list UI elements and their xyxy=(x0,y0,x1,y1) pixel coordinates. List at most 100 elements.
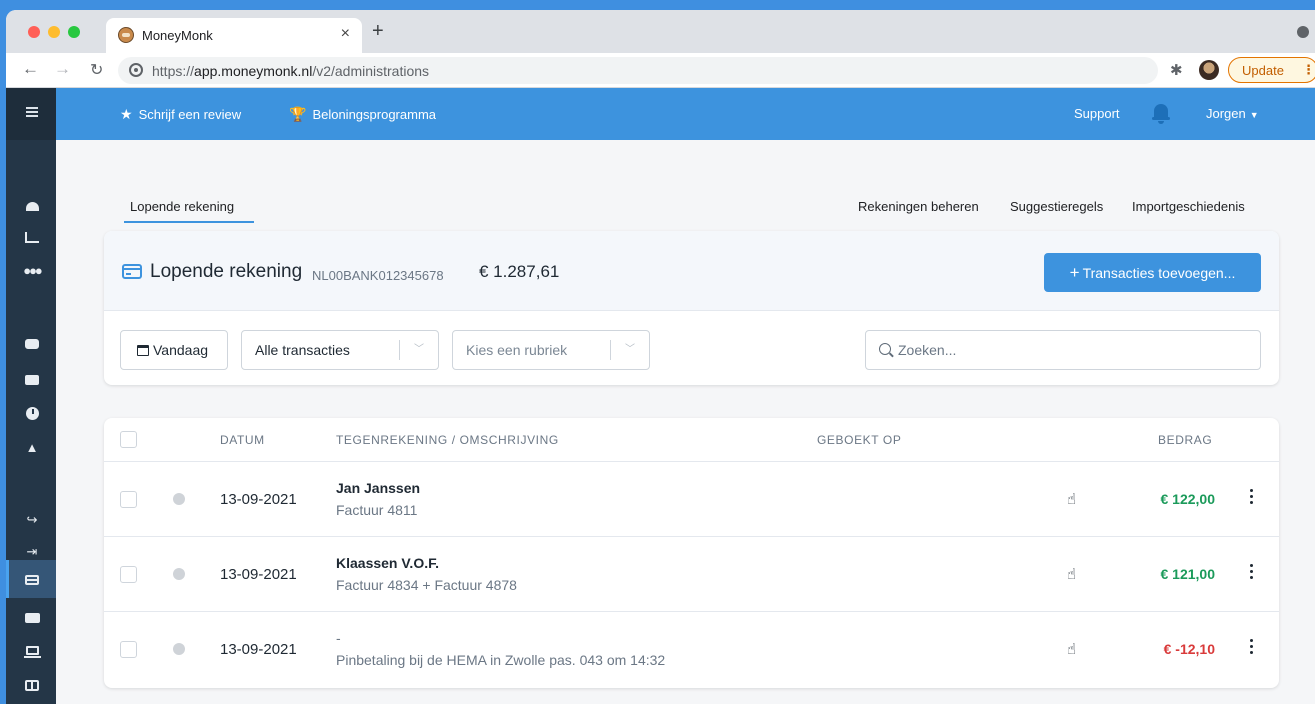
notifications-bell-icon[interactable] xyxy=(1152,104,1170,124)
chrome-menu-icon[interactable]: ⋮ xyxy=(1302,62,1315,78)
status-dot-icon xyxy=(173,493,185,505)
row-counterparty: Jan Janssen xyxy=(336,480,421,496)
caret-down-icon: ▼ xyxy=(1249,110,1259,120)
calendar-icon xyxy=(137,345,149,356)
add-transactions-button[interactable]: + Transacties toevoegen... xyxy=(1044,253,1261,292)
row-description: Factuur 4834 + Factuur 4878 xyxy=(336,577,517,593)
sign-out-icon[interactable]: ↪ xyxy=(21,512,43,528)
dashboard-gauge-icon[interactable] xyxy=(21,198,43,214)
hand-pointer-icon[interactable]: ☝ xyxy=(1067,565,1076,583)
update-button[interactable]: Update ⋮ xyxy=(1228,57,1315,83)
row-menu-icon[interactable] xyxy=(1250,564,1254,582)
row-amount: € 121,00 xyxy=(1160,566,1216,582)
rubric-select[interactable]: Kies een rubriek ﹀ xyxy=(452,330,650,370)
row-menu-icon[interactable] xyxy=(1250,639,1254,657)
extensions-puzzle-icon[interactable]: ✱ xyxy=(1170,61,1183,79)
select-divider xyxy=(399,340,400,360)
column-header-amount[interactable]: BEDRAG xyxy=(1158,433,1212,447)
inbox-icon[interactable] xyxy=(21,336,43,352)
row-checkbox[interactable] xyxy=(120,566,137,583)
table-row[interactable]: 13-09-2021 Klaassen V.O.F. Factuur 4834 … xyxy=(104,537,1279,612)
search-box[interactable] xyxy=(865,330,1261,370)
road-icon[interactable]: ▲ xyxy=(21,440,43,456)
browser-window: MoneyMonk × + ← → ↻ https://app.moneymon… xyxy=(6,10,1315,704)
sign-in-icon[interactable]: ⇥ xyxy=(21,544,43,560)
transaction-type-select[interactable]: Alle transacties ﹀ xyxy=(241,330,439,370)
reload-icon[interactable]: ↻ xyxy=(90,60,103,80)
bill-icon[interactable] xyxy=(21,610,43,626)
tab-manage-accounts[interactable]: Rekeningen beheren xyxy=(858,199,979,214)
status-dot-icon xyxy=(173,568,185,580)
user-name: Jorgen xyxy=(1206,106,1246,121)
row-checkbox[interactable] xyxy=(120,641,137,658)
update-label: Update xyxy=(1242,63,1284,78)
clock-icon[interactable] xyxy=(21,406,43,422)
hand-pointer-icon[interactable]: ☝ xyxy=(1067,640,1076,658)
column-header-date[interactable]: DATUM xyxy=(220,433,265,447)
select-all-checkbox[interactable] xyxy=(120,431,137,448)
tab-suggestion-rules[interactable]: Suggestieregels xyxy=(1010,199,1103,214)
credit-card-icon xyxy=(122,264,142,279)
rewards-label: Beloningsprogramma xyxy=(312,107,437,122)
url-text[interactable]: https://app.moneymonk.nl/v2/administrati… xyxy=(152,63,429,79)
star-icon: ★ xyxy=(120,106,133,122)
row-amount: € -12,10 xyxy=(1163,641,1215,657)
row-date: 13-09-2021 xyxy=(220,491,297,508)
account-balance: € 1.287,61 xyxy=(479,262,560,281)
tab-close-icon[interactable]: × xyxy=(341,25,350,43)
users-icon[interactable]: ●●● xyxy=(21,263,43,279)
sidebar-header xyxy=(6,88,56,140)
site-info-icon[interactable] xyxy=(129,63,143,77)
credit-card-icon[interactable] xyxy=(21,572,43,588)
browser-tab[interactable]: MoneyMonk × xyxy=(106,18,362,53)
account-iban: NL00BANK012345678 xyxy=(312,268,444,283)
chevron-down-icon[interactable]: ﹀ xyxy=(414,331,424,369)
write-review-link[interactable]: ★ Schrijf een review xyxy=(120,88,241,140)
address-bar[interactable]: https://app.moneymonk.nl/v2/administrati… xyxy=(118,57,1158,84)
plus-icon: + xyxy=(1069,263,1080,282)
row-description: Pinbetaling bij de HEMA in Zwolle pas. 0… xyxy=(336,652,666,668)
profile-avatar[interactable] xyxy=(1199,60,1219,80)
status-dot-icon xyxy=(173,643,185,655)
columns-icon[interactable] xyxy=(21,678,43,694)
account-header: Lopende rekening NL00BANK012345678 € 1.2… xyxy=(104,231,1279,311)
hand-pointer-icon[interactable]: ☝ xyxy=(1067,490,1076,508)
tab-title: MoneyMonk xyxy=(142,28,213,43)
back-arrow-icon[interactable]: ← xyxy=(22,59,39,79)
row-checkbox[interactable] xyxy=(120,491,137,508)
minimize-window-button[interactable] xyxy=(48,26,60,38)
today-button[interactable]: Vandaag xyxy=(120,330,228,370)
table-header: DATUM TEGENREKENING / OMSCHRIJVING GEBOE… xyxy=(104,418,1279,462)
account-card: Lopende rekening NL00BANK012345678 € 1.2… xyxy=(104,231,1279,385)
laptop-icon[interactable] xyxy=(21,644,43,660)
support-link[interactable]: Support xyxy=(1074,88,1120,140)
row-date: 13-09-2021 xyxy=(220,641,297,658)
hamburger-menu-icon[interactable] xyxy=(26,107,38,117)
rewards-program-link[interactable]: 🏆 Beloningsprogramma xyxy=(289,88,436,140)
transaction-type-value: Alle transacties xyxy=(255,342,350,358)
row-menu-icon[interactable] xyxy=(1250,489,1254,507)
tab-current-account[interactable]: Lopende rekening xyxy=(130,199,234,214)
search-input[interactable] xyxy=(898,331,1248,369)
chart-icon[interactable] xyxy=(21,230,43,246)
row-date: 13-09-2021 xyxy=(220,566,297,583)
account-title: Lopende rekening xyxy=(150,261,303,282)
tab-import-history[interactable]: Importgeschiedenis xyxy=(1132,199,1245,214)
maximize-window-button[interactable] xyxy=(68,26,80,38)
tab-search-icon[interactable] xyxy=(1297,26,1309,38)
table-row[interactable]: 13-09-2021 - Pinbetaling bij de HEMA in … xyxy=(104,612,1279,687)
table-row[interactable]: 13-09-2021 Jan Janssen Factuur 4811 ☝ € … xyxy=(104,462,1279,537)
row-counterparty: Klaassen V.O.F. xyxy=(336,555,439,571)
select-divider xyxy=(610,340,611,360)
moneymonk-favicon-icon xyxy=(118,27,134,43)
forward-arrow-icon[interactable]: → xyxy=(54,59,71,79)
user-menu[interactable]: Jorgen ▼ xyxy=(1206,88,1259,140)
trophy-icon: 🏆 xyxy=(289,106,307,122)
column-header-description[interactable]: TEGENREKENING / OMSCHRIJVING xyxy=(336,433,559,447)
app-sidebar: ●●● ▲ ↪ ⇥ xyxy=(6,88,56,704)
new-tab-button[interactable]: + xyxy=(372,21,384,41)
column-header-booked[interactable]: GEBOEKT OP xyxy=(817,433,901,447)
chevron-down-icon[interactable]: ﹀ xyxy=(625,331,635,369)
folder-icon[interactable] xyxy=(21,372,43,388)
close-window-button[interactable] xyxy=(28,26,40,38)
